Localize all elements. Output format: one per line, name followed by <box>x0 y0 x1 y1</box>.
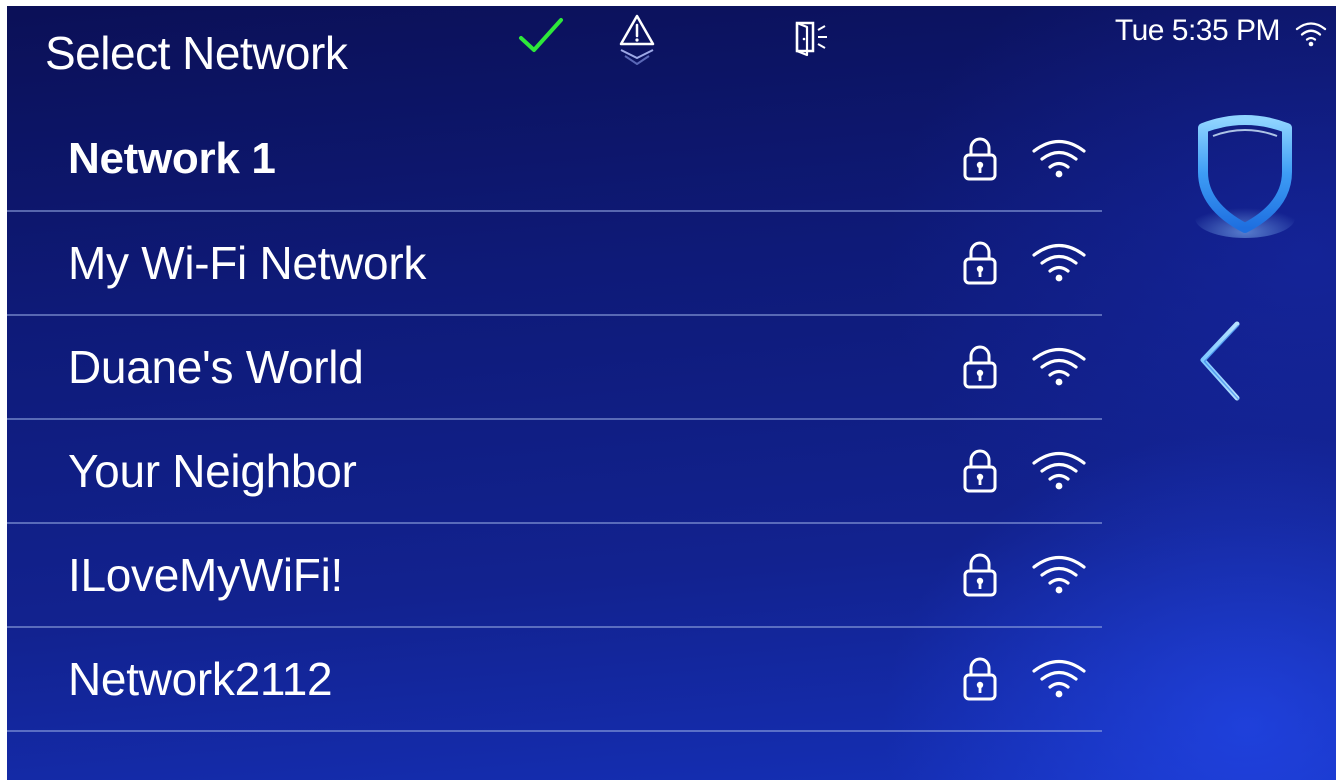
back-arrow-icon[interactable] <box>1193 312 1293 412</box>
network-list: Network 1 My Wi-Fi Network Duane's World… <box>7 108 1102 732</box>
wifi-signal-icon <box>1032 659 1086 698</box>
wifi-signal-icon <box>1032 347 1086 386</box>
page-title: Select Network <box>45 27 348 79</box>
door-icon <box>795 21 827 57</box>
network-name: Duane's World <box>68 341 364 393</box>
network-row[interactable]: Duane's World <box>7 316 1102 420</box>
network-row[interactable]: My Wi-Fi Network <box>7 212 1102 316</box>
network-row[interactable]: Network 1 <box>7 108 1102 212</box>
shield-button[interactable] <box>1193 114 1297 238</box>
network-row[interactable]: Your Neighbor <box>7 420 1102 524</box>
wifi-status-icon <box>1295 22 1327 47</box>
network-name: Your Neighbor <box>68 445 357 497</box>
screen: Select Network Tue 5:35 PM Network 1 My … <box>7 6 1336 780</box>
lock-icon <box>963 553 997 597</box>
lock-icon <box>963 449 997 493</box>
network-name: Network 1 <box>68 134 276 183</box>
lock-icon <box>963 241 997 285</box>
lock-icon <box>963 345 997 389</box>
wifi-signal-icon <box>1032 555 1086 594</box>
alert-icon <box>619 14 655 65</box>
wifi-signal-icon <box>1032 451 1086 490</box>
lock-icon <box>963 657 997 701</box>
lock-icon <box>963 137 997 181</box>
network-name: My Wi-Fi Network <box>68 237 427 289</box>
wifi-signal-icon <box>1032 139 1086 178</box>
check-icon <box>519 18 563 52</box>
status-time: Tue 5:35 PM <box>1114 14 1281 47</box>
network-row[interactable]: ILoveMyWiFi! <box>7 524 1102 628</box>
network-name: ILoveMyWiFi! <box>68 549 343 601</box>
network-row[interactable]: Network2112 <box>7 628 1102 732</box>
network-name: Network2112 <box>68 653 333 705</box>
wifi-signal-icon <box>1032 243 1086 282</box>
